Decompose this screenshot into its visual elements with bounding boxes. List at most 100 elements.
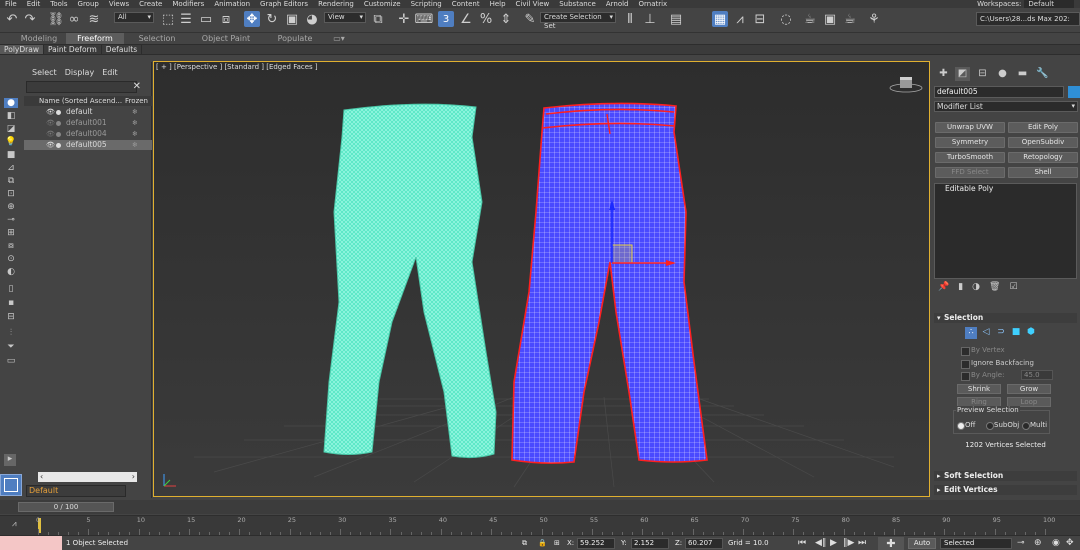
vertex-level-icon[interactable]: ∴ <box>965 327 977 339</box>
object-name-field[interactable]: default005 <box>934 86 1064 98</box>
polygon-level-icon[interactable]: ■ <box>1010 327 1022 339</box>
orbit-icon[interactable]: ◉ <box>1052 538 1060 548</box>
explorer-column-header[interactable]: Name (Sorted Ascend... Frozen <box>24 96 152 106</box>
select-manipulate-icon[interactable]: ✛ <box>396 11 412 27</box>
scene-explorer-toggle-icon[interactable]: ▤ <box>668 11 684 27</box>
material-editor-icon[interactable]: ◌ <box>778 11 794 27</box>
preview-multi-radio[interactable]: Multi <box>1022 421 1047 430</box>
border-level-icon[interactable]: ⊃ <box>995 327 1007 339</box>
modifier-stack[interactable]: Editable Poly <box>934 183 1077 279</box>
display-none-icon[interactable]: ▯ <box>4 284 18 294</box>
scale-icon[interactable]: ▣ <box>284 11 300 27</box>
freeze-icon[interactable]: ❄ <box>132 129 138 139</box>
project-path-field[interactable]: C:\Users\28...ds Max 202: <box>976 12 1080 26</box>
workspaces-selector[interactable]: Workspaces: Default <box>977 0 1074 8</box>
play-icon[interactable]: ▶ <box>830 538 837 548</box>
preview-subobj-radio[interactable]: SubObj <box>986 421 1019 430</box>
explorer-horizontal-scrollbar[interactable]: ‹ › <box>38 472 137 482</box>
freeze-icon[interactable]: ❄ <box>132 107 138 117</box>
display-containers-icon[interactable]: ⊞ <box>4 228 18 238</box>
pivot-icon[interactable]: ⧉ <box>370 11 386 27</box>
angle-spinner[interactable]: 45.0 <box>1021 370 1053 380</box>
undo-icon[interactable]: ↶ <box>4 11 20 27</box>
mesh-default005-pants[interactable] <box>511 102 708 464</box>
display-geometry-icon[interactable]: ◧ <box>4 111 18 121</box>
explorer-mode-icon[interactable] <box>0 474 22 496</box>
menu-item-content[interactable]: Content <box>447 0 485 8</box>
object-color-swatch[interactable] <box>1068 86 1080 98</box>
redo-icon[interactable]: ↷ <box>22 11 38 27</box>
track-bar[interactable]: ⩘ 0 5 10 15 20 25 30 35 40 45 50 55 60 65 70 75 80 85 90 95… <box>0 515 1080 535</box>
display-xrefs-icon[interactable]: ⊕ <box>4 202 18 212</box>
set-key-icon[interactable]: ✚ <box>878 537 904 550</box>
spinner-snap-icon[interactable]: ⇕ <box>498 11 514 27</box>
tab-object-paint[interactable]: Object Paint <box>196 33 256 44</box>
display-bones-icon[interactable]: ⊸ <box>4 215 18 225</box>
menu-item-customize[interactable]: Customize <box>359 0 406 8</box>
pin-stack-icon[interactable]: 📌 <box>938 282 949 296</box>
filter-icon[interactable]: ⏷ <box>4 342 18 352</box>
grow-button[interactable]: Grow <box>1007 384 1051 394</box>
menu-item-civil-view[interactable]: Civil View <box>511 0 555 8</box>
auto-key-button[interactable]: Auto <box>908 538 936 549</box>
workspaces-dropdown[interactable]: Default <box>1024 0 1074 8</box>
next-frame-icon[interactable]: ‖▶ <box>843 538 854 548</box>
column-name-header[interactable]: Name (Sorted Ascend... <box>39 97 122 105</box>
retopology-button[interactable]: Retopology <box>1008 152 1078 163</box>
display-tab-icon[interactable]: ▬ <box>1015 67 1030 81</box>
explorer-search-input[interactable] <box>26 81 137 93</box>
key-mode-icon[interactable]: ⊸ <box>1017 538 1025 548</box>
y-coordinate-field[interactable]: 2.152 <box>631 538 669 549</box>
absolute-mode-icon[interactable]: ⊞ <box>554 539 560 547</box>
explorer-row[interactable]: 👁 default001 ❄ <box>24 118 152 128</box>
column-frozen-header[interactable]: Frozen <box>125 96 148 106</box>
z-coordinate-field[interactable]: 60.207 <box>685 538 723 549</box>
modifier-list-dropdown[interactable]: Modifier List <box>934 101 1078 112</box>
turbosmooth-button[interactable]: TurboSmooth <box>935 152 1005 163</box>
subtab-defaults[interactable]: Defaults <box>102 45 143 54</box>
hierarchy-tab-icon[interactable]: ⊟ <box>975 67 990 81</box>
expand-explorer-icon[interactable]: ▸ <box>4 454 16 466</box>
place-icon[interactable]: ◕ <box>304 11 320 27</box>
layers-icon[interactable]: ▭ <box>4 356 18 366</box>
make-unique-icon[interactable]: ◑ <box>972 282 980 296</box>
edit-vertices-rollout-header[interactable]: Edit Vertices <box>934 485 1077 495</box>
display-lights-icon[interactable]: 💡 <box>4 137 18 147</box>
explorer-row[interactable]: 👁 default005 ❄ <box>24 140 152 150</box>
unlink-icon[interactable]: ∞ <box>66 11 82 27</box>
current-layer-dropdown[interactable]: Default <box>26 485 126 497</box>
display-shapes-icon[interactable]: ◪ <box>4 124 18 134</box>
window-crossing-icon[interactable]: ⧈ <box>218 11 234 27</box>
render-setup-icon[interactable]: ☕ <box>802 11 818 27</box>
key-filter-dropdown[interactable]: Selected <box>940 538 1012 549</box>
display-groups-icon[interactable]: ⊡ <box>4 189 18 199</box>
menu-item-modifiers[interactable]: Modifiers <box>167 0 209 8</box>
subtab-polydraw[interactable]: PolyDraw <box>0 45 44 54</box>
menu-item-edit[interactable]: Edit <box>22 0 46 8</box>
menu-item-animation[interactable]: Animation <box>209 0 255 8</box>
shrink-button[interactable]: Shrink <box>957 384 1001 394</box>
align-icon[interactable]: ⊥ <box>642 11 658 27</box>
edit-named-sel-icon[interactable]: ✎ <box>522 11 538 27</box>
zoom-extents-icon[interactable]: ⊕ <box>1034 538 1042 548</box>
soft-selection-rollout-header[interactable]: Soft Selection <box>934 471 1077 481</box>
freeze-icon[interactable]: ❄ <box>132 140 138 150</box>
explorer-row[interactable]: 👁 default ❄ <box>24 107 152 117</box>
percent-snap-icon[interactable]: % <box>478 11 494 27</box>
configure-sets-icon[interactable]: ☑ <box>1009 282 1017 296</box>
preview-off-radio[interactable]: Off <box>957 421 975 430</box>
motion-tab-icon[interactable]: ● <box>995 67 1010 81</box>
curve-editor-mini-icon[interactable]: ⩘ <box>12 519 17 529</box>
select-object-icon[interactable]: ⬚ <box>160 11 176 27</box>
render-production-icon[interactable]: ☕ <box>842 11 858 27</box>
display-all-icon[interactable]: ● <box>4 98 18 108</box>
explorer-menu-edit[interactable]: Edit <box>102 68 118 77</box>
menu-item-tools[interactable]: Tools <box>45 0 72 8</box>
schematic-view-icon[interactable]: ⊟ <box>752 11 768 27</box>
display-all-toggle-icon[interactable]: ◐ <box>4 267 18 277</box>
rect-selection-icon[interactable]: ▭ <box>198 11 214 27</box>
explorer-row[interactable]: 👁 default004 ❄ <box>24 129 152 139</box>
x-coordinate-field[interactable]: 59.252 <box>577 538 615 549</box>
menu-item-scripting[interactable]: Scripting <box>406 0 447 8</box>
bind-spacewarp-icon[interactable]: ≋ <box>86 11 102 27</box>
